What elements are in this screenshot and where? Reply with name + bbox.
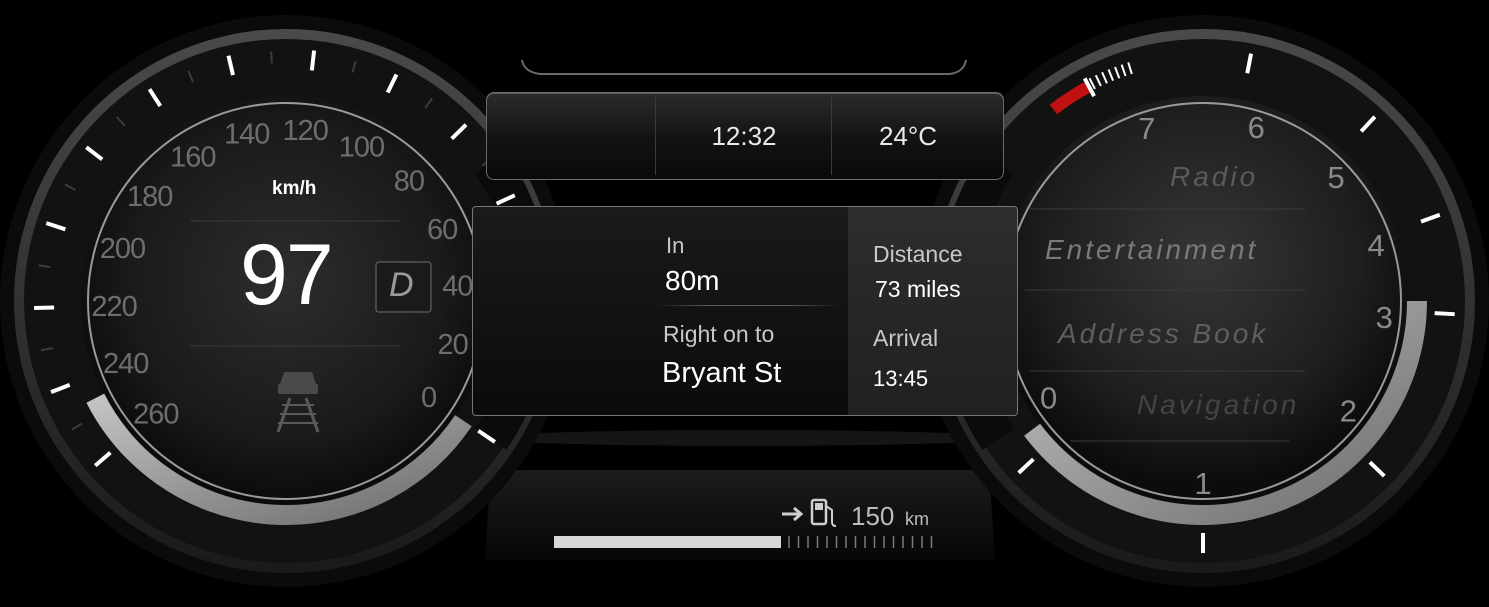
- rpm-scale-label: 7: [1138, 111, 1155, 146]
- speed-tick: [34, 305, 55, 311]
- menu-item-radio[interactable]: Radio: [1170, 161, 1258, 193]
- speed-minor-tick: [270, 51, 273, 64]
- temperature: 24°C: [878, 120, 938, 151]
- rpm-scale-label: 1: [1194, 466, 1211, 501]
- speed-scale-label: 40: [442, 270, 472, 302]
- speed-scale-label: 20: [437, 329, 467, 361]
- menu-item-address-book[interactable]: Address Book: [1058, 318, 1268, 350]
- speed-unit: km/h: [272, 178, 317, 199]
- speed-scale-label: 220: [91, 291, 136, 323]
- speed-scale-label: 180: [127, 181, 172, 213]
- fuel-range-unit: km: [905, 509, 929, 529]
- speed-tick: [309, 50, 317, 71]
- speed-scale-label: 260: [133, 398, 178, 430]
- rpm-scale-label: 4: [1367, 228, 1384, 263]
- speed-scale-label: 160: [170, 141, 215, 173]
- nav-distance-label: Distance: [873, 241, 963, 267]
- top-center-bezel: [521, 59, 967, 75]
- speed-scale-label: 60: [427, 214, 457, 246]
- rpm-scale-label: 2: [1340, 394, 1357, 429]
- nav-arrival-label: Arrival: [873, 325, 939, 351]
- fuel-range-value: 150: [851, 501, 895, 531]
- rpm-scale-label: 3: [1376, 300, 1393, 335]
- gear-value: D: [389, 266, 414, 304]
- fuel-level-fill: [554, 536, 781, 548]
- nav-distance-value: 73 miles: [875, 276, 961, 302]
- status-bar: 12:32 24°C: [486, 92, 1004, 180]
- nav-in-label: In: [666, 233, 685, 258]
- speed-scale-label: 200: [100, 233, 145, 265]
- nav-in-distance: 80m: [665, 265, 720, 296]
- speed-scale-label: 120: [282, 115, 327, 147]
- navigation-card[interactable]: In 80m Right on to Bryant St Distance 73…: [472, 206, 1018, 416]
- speed-scale-label: 140: [224, 119, 269, 151]
- nav-street: Bryant St: [662, 357, 782, 389]
- nav-instruction: Right on to: [663, 321, 775, 347]
- speed-value: 97: [240, 227, 334, 323]
- rpm-scale-label: 0: [1040, 380, 1057, 415]
- speed-scale-label: 240: [103, 348, 148, 380]
- rpm-scale-label: 5: [1327, 160, 1344, 195]
- speed-scale-label: 100: [339, 131, 384, 163]
- rpm-scale-label: 6: [1248, 110, 1265, 145]
- rpm-tick: [1434, 311, 1455, 317]
- menu-item-entertainment[interactable]: Entertainment: [1045, 234, 1258, 266]
- menu-item-navigation[interactable]: Navigation: [1137, 389, 1299, 421]
- speed-scale-label: 0: [421, 382, 436, 414]
- clock: 12:32: [711, 120, 777, 151]
- speed-scale-label: 80: [394, 166, 424, 198]
- nav-arrival-value: 13:45: [873, 366, 929, 391]
